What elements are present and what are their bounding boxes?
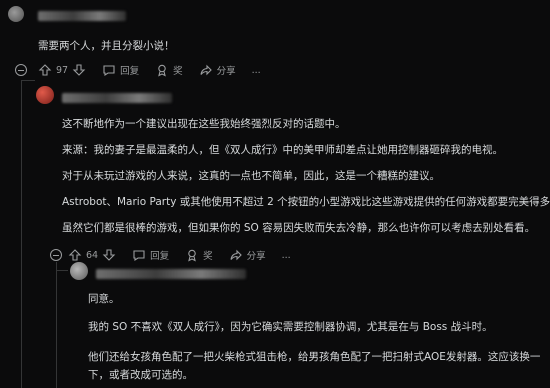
avatar[interactable]: [8, 6, 24, 22]
award-button[interactable]: 奖: [155, 63, 183, 77]
reply-label: 回复: [150, 251, 170, 262]
more-options-button[interactable]: ...: [282, 250, 291, 261]
comment-body-line: 我的 SO 不喜欢《双人成行》，因为它确实需要控制器协调，尤其是在与 Boss …: [88, 321, 493, 333]
upvote-icon[interactable]: [68, 248, 82, 262]
vote-count: 97: [56, 64, 69, 76]
comment-body-line: 来源：我的妻子是最温柔的人，但《双人成行》中的美甲师却差点让她用控制器砸碎我的电…: [62, 144, 503, 156]
comment-body-line: 同意。: [88, 293, 120, 305]
avatar[interactable]: [36, 86, 54, 104]
award-icon: [185, 248, 199, 262]
more-options-label: ...: [251, 64, 261, 76]
share-icon: [229, 248, 243, 262]
comment-actions: 97 回复 奖 分享 ...: [38, 62, 277, 78]
upvote-icon[interactable]: [38, 63, 52, 77]
comment-body-line: 下，或者改成可选的。: [88, 369, 193, 381]
comment-actions: 64 回复 奖 分享 ...: [68, 247, 307, 263]
comment-bubble-icon: [132, 248, 146, 262]
comment-body-line: Astrobot、Mario Party 或其他使用不超过 2 个按钮的小型游戏…: [62, 196, 550, 208]
reply-connector: [56, 270, 68, 271]
more-options-button[interactable]: ...: [252, 65, 261, 76]
share-label: 分享: [246, 251, 266, 262]
comment-body-line: 虽然它们都是很棒的游戏，但如果你的 SO 容易因失败而失去冷静，那么也许你可以考…: [62, 222, 536, 234]
username-redacted[interactable]: [62, 93, 172, 103]
downvote-icon[interactable]: [102, 248, 116, 262]
collapse-thread-button[interactable]: [50, 249, 62, 261]
username-redacted[interactable]: [38, 11, 126, 21]
award-icon: [155, 63, 169, 77]
reply-label: 回复: [120, 66, 140, 77]
award-label: 奖: [173, 66, 183, 77]
comment-body-line: 这不断地作为一个建议出现在这些我始终强烈反对的话题中。: [62, 118, 346, 130]
reply-connector: [21, 80, 35, 81]
comment-body-line: 他们还给女孩角色配了一把火柴枪式狙击枪，给男孩角色配了一把扫射式AOE发射器。这…: [88, 351, 541, 363]
award-label: 奖: [203, 251, 213, 262]
thread-line: [21, 80, 22, 388]
reply-button[interactable]: 回复: [102, 63, 139, 77]
comment-body-line: 对于从未玩过游戏的人来说，这真的一点也不简单，因此，这是一个糟糕的建议。: [62, 170, 440, 182]
comment-body: 需要两个人，并且分裂小说！: [38, 40, 175, 52]
share-label: 分享: [216, 66, 236, 77]
vote-count: 64: [86, 249, 99, 261]
share-icon: [199, 63, 213, 77]
collapse-thread-button[interactable]: [15, 64, 27, 76]
thread-line: [56, 262, 57, 388]
share-button[interactable]: 分享: [229, 248, 266, 262]
share-button[interactable]: 分享: [199, 63, 236, 77]
reply-button[interactable]: 回复: [132, 248, 169, 262]
avatar[interactable]: [70, 262, 88, 280]
comment-bubble-icon: [102, 63, 116, 77]
more-options-label: ...: [281, 249, 291, 261]
downvote-icon[interactable]: [72, 63, 86, 77]
vote-control: 64: [68, 248, 116, 262]
vote-control: 97: [38, 63, 86, 77]
award-button[interactable]: 奖: [185, 248, 213, 262]
username-redacted[interactable]: [96, 269, 246, 279]
